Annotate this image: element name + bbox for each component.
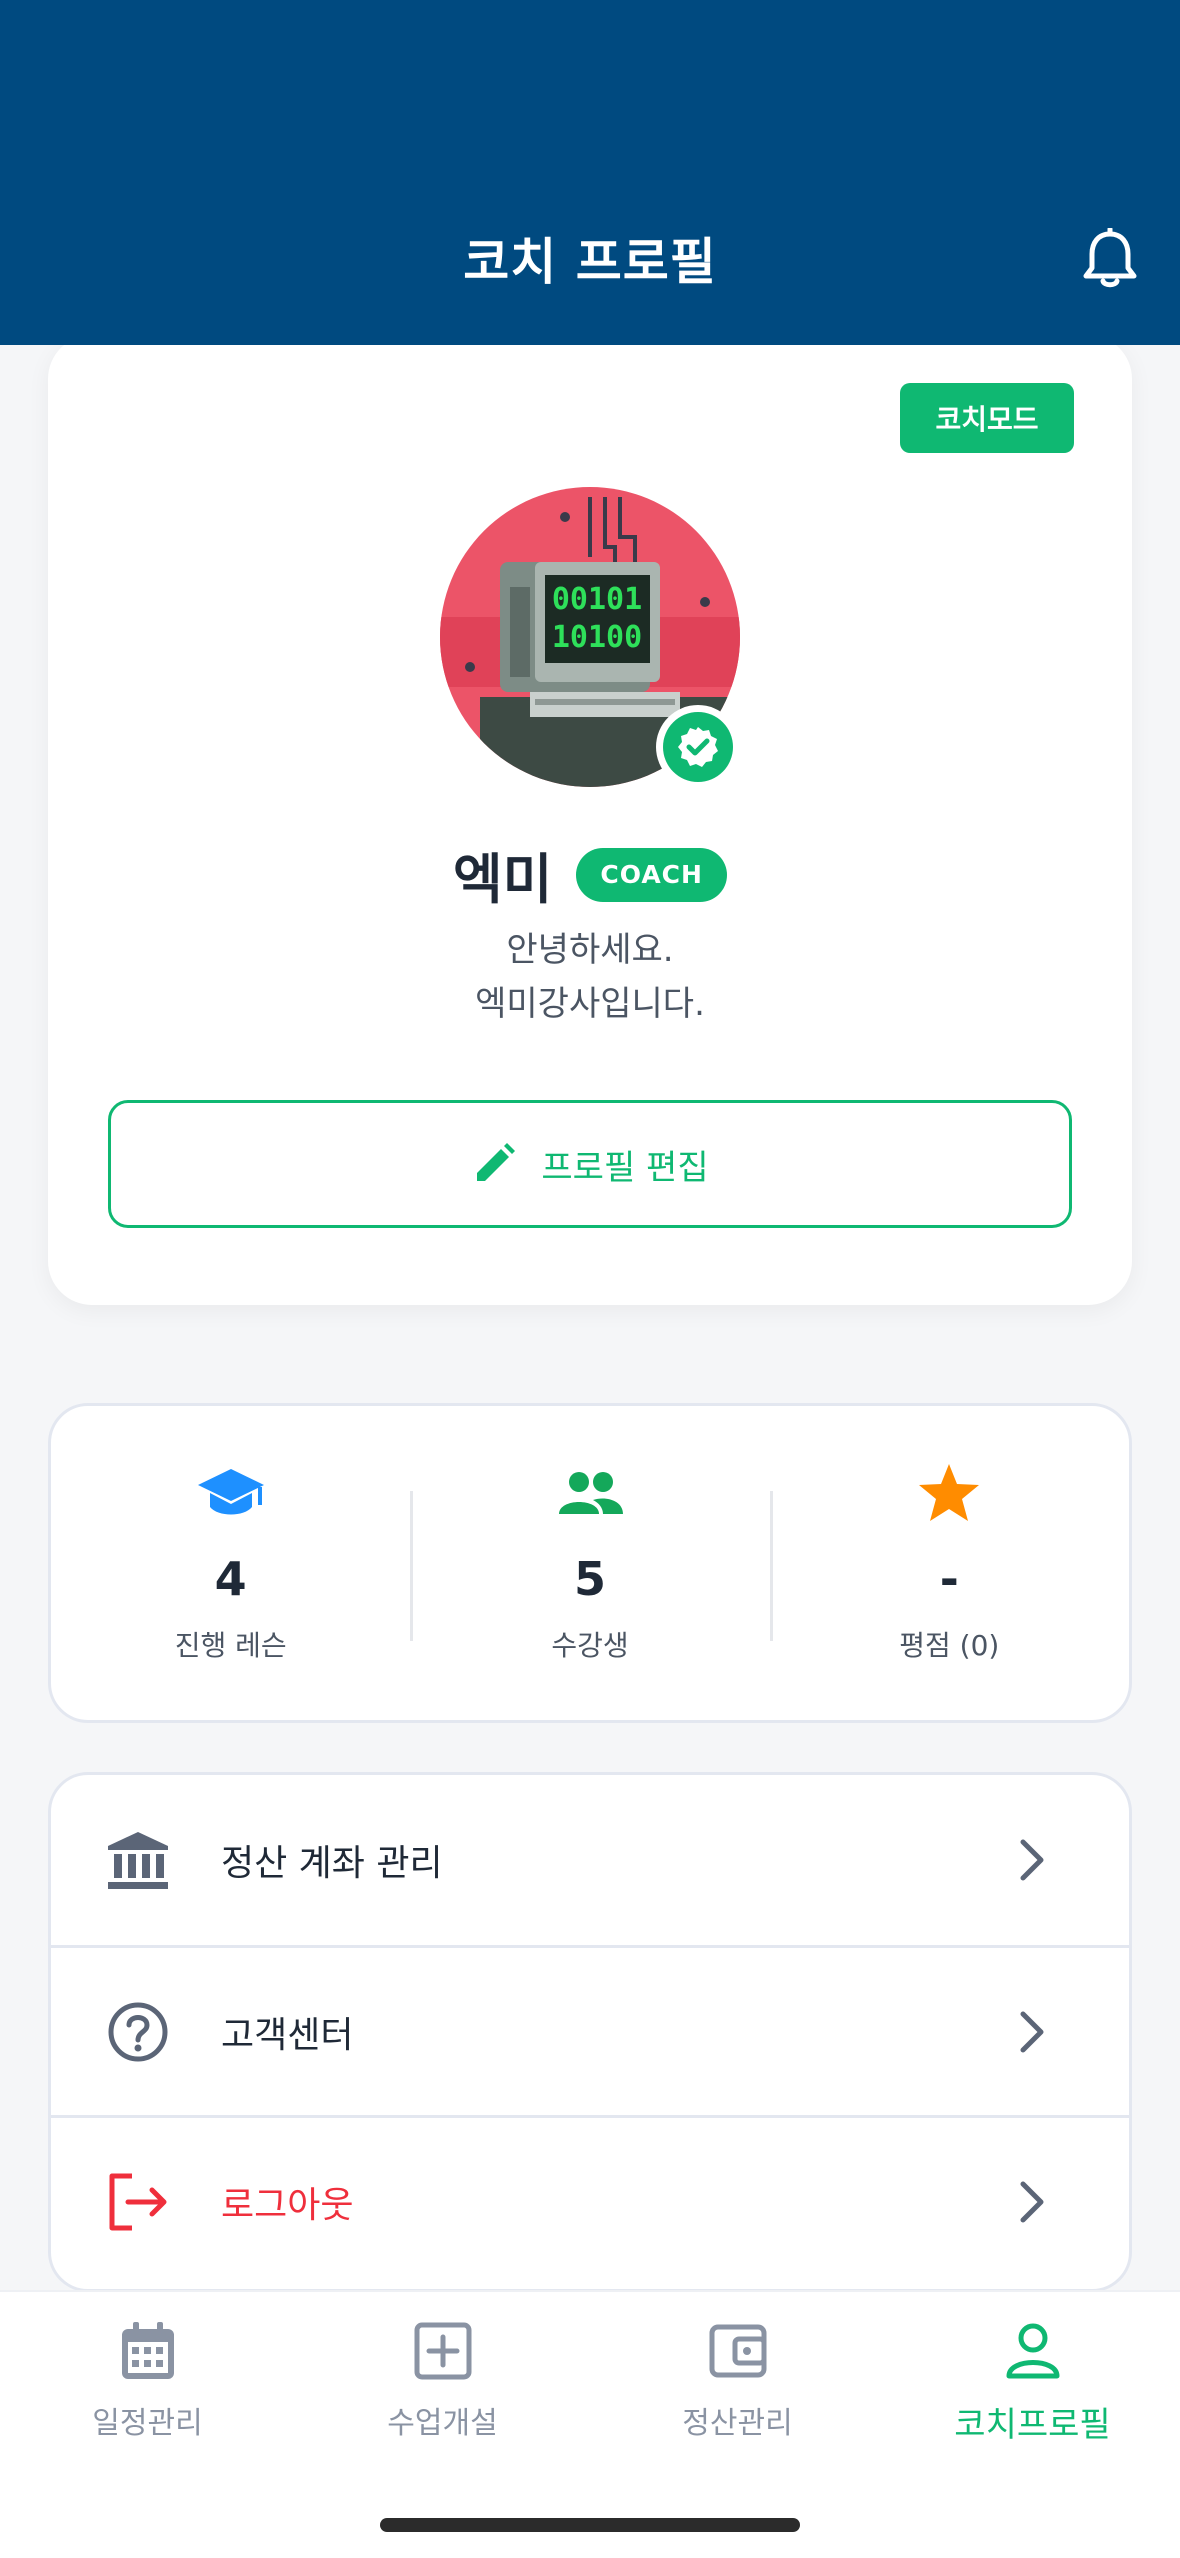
stat-value: - (939, 1552, 959, 1606)
stat-students: 5 수강생 (410, 1406, 769, 1720)
page-title: 코치 프로필 (463, 233, 717, 291)
menu-label: 고객센터 (221, 2014, 354, 2056)
stat-label: 진행 레슨 (174, 1629, 287, 1662)
tab-label: 수업개설 (387, 2406, 498, 2441)
person-icon (998, 2316, 1068, 2385)
home-indicator[interactable] (380, 2518, 800, 2532)
stat-lessons: 4 진행 레슨 (51, 1406, 410, 1720)
verified-badge-icon (656, 705, 740, 789)
logout-icon (103, 2167, 173, 2237)
role-badge: COACH (576, 847, 727, 902)
people-icon (553, 1456, 627, 1530)
avatar-screen-text: 10100 (552, 620, 642, 655)
chevron-right-icon (1020, 2011, 1044, 2052)
menu-item-payout-account[interactable]: 정산 계좌 관리 (51, 1775, 1129, 1945)
bio-line: 엑미강사입니다. (475, 984, 705, 1024)
menu-label: 로그아웃 (221, 2184, 354, 2226)
tab-label: 정산관리 (682, 2406, 793, 2441)
menu-item-logout[interactable]: 로그아웃 (51, 2115, 1129, 2285)
graduation-cap-icon (194, 1456, 268, 1530)
tab-label: 코치프로필 (954, 2405, 1111, 2445)
bio: 안녕하세요. 엑미강사입니다. (48, 923, 1132, 1031)
bank-icon (103, 1825, 173, 1895)
chevron-right-icon (1020, 2181, 1044, 2222)
tab-schedule[interactable]: 일정관리 (0, 2316, 295, 2446)
menu-label: 정산 계좌 관리 (221, 1843, 443, 1884)
stat-label: 평점 (0) (899, 1629, 1000, 1662)
name-row: 엑미 COACH (48, 835, 1132, 914)
coach-mode-badge[interactable]: 코치모드 (900, 383, 1074, 453)
stat-label: 수강생 (551, 1629, 629, 1662)
bell-icon[interactable] (1082, 226, 1138, 290)
edit-profile-label: 프로필 편집 (541, 1147, 709, 1188)
stat-rating: - 평점 (0) (769, 1406, 1129, 1720)
stat-value: 5 (573, 1552, 606, 1606)
app-header: 코치 프로필 (0, 0, 1180, 345)
chevron-right-icon (1020, 1839, 1044, 1881)
edit-profile-button[interactable]: 프로필 편집 (108, 1100, 1072, 1228)
pencil-icon (477, 1143, 516, 1181)
tab-coach-profile[interactable]: 코치프로필 (885, 2316, 1180, 2446)
menu-item-customer-center[interactable]: 고객센터 (51, 1945, 1129, 2115)
tab-create-class[interactable]: 수업개설 (295, 2316, 590, 2446)
calendar-icon (113, 2316, 183, 2386)
bio-line: 안녕하세요. (506, 930, 674, 970)
tab-settlement[interactable]: 정산관리 (590, 2316, 885, 2446)
wallet-icon (703, 2316, 773, 2386)
stats-card: 4 진행 레슨 5 수강생 - 평점 (0) (48, 1403, 1132, 1723)
star-icon (912, 1456, 986, 1530)
avatar-screen-text: 00101 (552, 582, 642, 617)
tab-label: 일정관리 (92, 2406, 203, 2441)
menu-card: 정산 계좌 관리 고객센터 로그아웃 (48, 1772, 1132, 2290)
stat-value: 4 (214, 1552, 247, 1606)
content-scroll[interactable]: 코치모드 00101 10100 엑미 COACH 안녕하세요. 엑미강사입니다… (0, 345, 1180, 2290)
help-circle-icon (103, 1997, 173, 2067)
coach-name: 엑미 (453, 848, 553, 911)
profile-card: 코치모드 00101 10100 엑미 COACH 안녕하세요. 엑미강사입니다… (48, 345, 1132, 1305)
plus-square-icon (408, 2316, 478, 2386)
